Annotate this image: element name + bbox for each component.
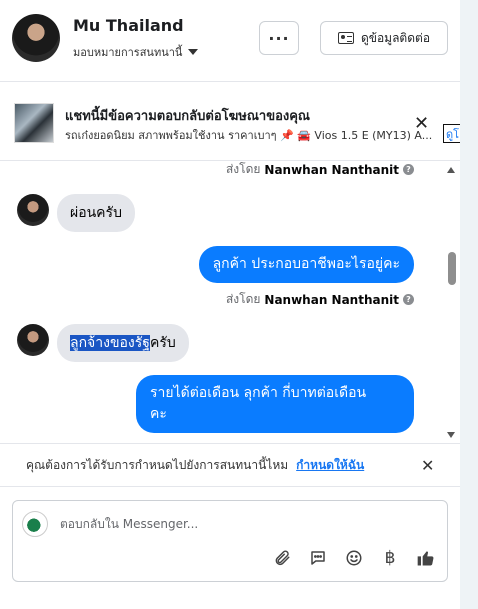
close-icon[interactable]: ✕ [421, 456, 434, 475]
incoming-message[interactable]: ลูกจ้างของรัฐครับ [57, 324, 189, 362]
paperclip-icon[interactable] [271, 547, 293, 569]
conversation-header: Mu Thailand มอบหมายการสนทนานี้ ··· ดูข้อ… [0, 0, 460, 82]
ad-thumbnail [14, 103, 54, 143]
help-icon[interactable]: ? [403, 164, 414, 175]
scroll-up-arrow-icon[interactable] [447, 167, 455, 173]
sender-name: Nanwhan Nanthanit [264, 162, 399, 177]
assign-prompt: คุณต้องการได้รับการกำหนดไปยังการสนทนานี้… [0, 443, 460, 487]
avatar[interactable] [12, 14, 60, 62]
message-line: คะ [150, 406, 167, 422]
thumbs-up-icon[interactable] [415, 547, 437, 569]
composer-toolbar: ฿ [271, 547, 437, 569]
sender-name: Nanwhan Nanthanit [264, 292, 399, 307]
contact-name[interactable]: Mu Thailand [73, 16, 184, 35]
ad-banner-subtitle: รถเก๋งยอดนิยม สภาพพร้อมใช้งาน ราคาเบาๆ 📌… [65, 129, 433, 142]
caret-down-icon [188, 49, 199, 55]
ad-banner-title: แชทนี้มีข้อความตอบกลับต่อโฆษณาของคุณ [65, 109, 310, 124]
baht-icon[interactable]: ฿ [379, 547, 401, 569]
page-logo [22, 511, 48, 537]
selected-text: ลูกจ้างของรัฐ [70, 335, 151, 351]
assign-label: มอบหมายการสนทนานี้ [73, 46, 183, 59]
conversation-panel: Mu Thailand มอบหมายการสนทนานี้ ··· ดูข้อ… [0, 0, 461, 609]
outgoing-message[interactable]: รายได้ต่อเดือน ลุกค้า กี่บาทต่อเดือน คะ [136, 375, 414, 433]
scroll-down-arrow-icon[interactable] [447, 432, 455, 438]
reply-composer: ฿ [12, 500, 448, 582]
speech-bubble-icon[interactable] [307, 547, 329, 569]
reply-input[interactable] [60, 517, 420, 531]
message-line: รายได้ต่อเดือน ลุกค้า กี่บาทต่อเดือน [150, 385, 367, 401]
outgoing-message[interactable]: ลูกค้า ประกอบอาชีพอะไรอยู่คะ [198, 246, 414, 283]
message-text: ครับ [150, 335, 176, 351]
scrollbar-thumb[interactable] [448, 252, 456, 285]
sent-by-label: ส่งโดย Nanwhan Nanthanit ? [226, 290, 414, 309]
assign-prompt-text: คุณต้องการได้รับการกำหนดไปยังการสนทนานี้… [26, 457, 289, 472]
contact-card-icon [337, 32, 354, 44]
background-edge [460, 0, 478, 609]
message-list[interactable]: ส่งโดย Nanwhan Nanthanit ? ผ่อนครับ ลูกค… [0, 162, 460, 442]
assign-to-me-link[interactable]: กำหนดให้ฉัน [296, 456, 364, 475]
view-contact-button[interactable]: ดูข้อมูลติดต่อ [320, 21, 448, 55]
avatar[interactable] [17, 324, 49, 356]
incoming-message[interactable]: ผ่อนครับ [57, 194, 135, 232]
more-options-button[interactable]: ··· [259, 21, 299, 55]
ad-reply-banner[interactable]: แชทนี้มีข้อความตอบกลับต่อโฆษณาของคุณ รถเ… [0, 83, 461, 161]
sent-by-label: ส่งโดย Nanwhan Nanthanit ? [226, 162, 414, 179]
assign-dropdown[interactable]: มอบหมายการสนทนานี้ [73, 43, 199, 61]
help-icon[interactable]: ? [403, 294, 414, 305]
avatar[interactable] [17, 194, 49, 226]
close-icon[interactable]: ✕ [414, 113, 429, 134]
view-contact-label: ดูข้อมูลติดต่อ [360, 30, 431, 45]
view-ad-button[interactable]: ดูโ [443, 124, 461, 143]
emoji-icon[interactable] [343, 547, 365, 569]
